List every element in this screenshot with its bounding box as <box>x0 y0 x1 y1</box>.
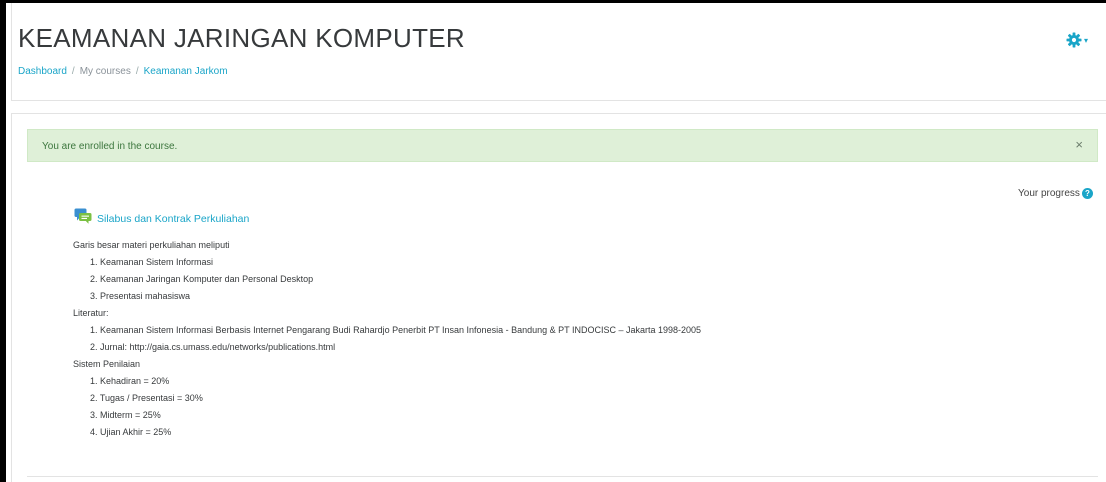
literature-heading: Literatur: <box>73 308 109 318</box>
breadcrumb-separator: / <box>71 66 75 77</box>
grading-item: 1. Kehadiran = 20% <box>90 376 170 386</box>
enrolment-alert: You are enrolled in the course. × <box>27 129 1098 162</box>
activity-link[interactable]: Silabus dan Kontrak Perkuliahan <box>97 213 249 225</box>
topic-item: 2. Keamanan Jaringan Komputer dan Person… <box>90 274 314 284</box>
activity-item[interactable]: Silabus dan Kontrak Perkuliahan <box>74 208 249 229</box>
breadcrumb: Dashboard / My courses / Keamanan Jarkom <box>18 66 228 77</box>
help-icon[interactable]: ? <box>1081 188 1093 199</box>
breadcrumb-course[interactable]: Keamanan Jarkom <box>144 66 228 77</box>
summary-intro: Garis besar materi perkuliahan meliputi <box>73 240 230 250</box>
section-divider <box>27 476 1098 477</box>
grading-item: 4. Ujian Akhir = 25% <box>90 427 172 437</box>
window-frame-left <box>0 0 6 482</box>
progress-indicator: Your progress ? <box>1018 188 1093 199</box>
page-title: KEAMANAN JARINGAN KOMPUTER <box>18 23 465 53</box>
progress-label: Your progress <box>1018 188 1080 199</box>
breadcrumb-separator: / <box>135 66 139 77</box>
close-icon[interactable]: × <box>1075 138 1083 152</box>
grading-item: 2. Tugas / Presentasi = 30% <box>90 393 203 403</box>
topic-item: 3. Presentasi mahasiswa <box>90 291 191 301</box>
grading-heading: Sistem Penilaian <box>73 359 141 369</box>
section-summary: Garis besar materi perkuliahan meliputi … <box>73 237 701 441</box>
alert-message: You are enrolled in the course. <box>42 141 178 152</box>
literature-item: 2. Jurnal: http://gaia.cs.umass.edu/netw… <box>90 342 336 352</box>
chevron-down-icon: ▾ <box>1084 35 1089 45</box>
forum-icon <box>74 208 92 229</box>
grading-item: 3. Midterm = 25% <box>90 410 161 420</box>
breadcrumb-dashboard[interactable]: Dashboard <box>18 66 67 77</box>
literature-item: 1. Keamanan Sistem Informasi Berbasis In… <box>90 325 702 335</box>
topic-item: 1. Keamanan Sistem Informasi <box>90 257 214 267</box>
breadcrumb-my-courses: My courses <box>79 66 131 77</box>
gear-icon <box>1066 32 1082 48</box>
course-settings-menu[interactable]: ▾ <box>1066 31 1098 49</box>
